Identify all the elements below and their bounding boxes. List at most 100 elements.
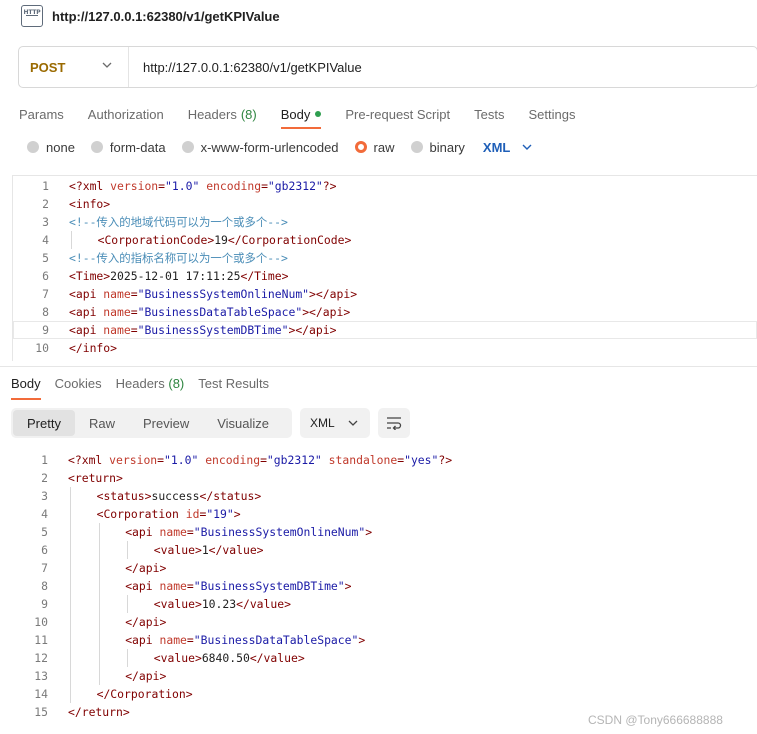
response-body-viewer[interactable]: 1 <?xml version="1.0" encoding="gb2312" s…: [12, 450, 757, 725]
tab-tests[interactable]: Tests: [474, 103, 504, 125]
response-format-select[interactable]: XML: [300, 408, 370, 438]
view-raw[interactable]: Raw: [75, 410, 129, 436]
request-title-bar: HTTP http://127.0.0.1:62380/v1/getKPIVal…: [0, 0, 757, 34]
response-tab-headers[interactable]: Headers (8): [116, 376, 185, 392]
request-body-editor[interactable]: 1 <?xml version="1.0" encoding="gb2312"?>…: [12, 175, 757, 361]
indent-guide: [70, 505, 71, 523]
tab-authorization[interactable]: Authorization: [88, 103, 164, 125]
radio-x-www-form-urlencoded[interactable]: x-www-form-urlencoded: [181, 140, 339, 155]
indent-guide: [98, 523, 100, 541]
line-number: 6: [41, 543, 48, 557]
url-bar: POST: [18, 46, 757, 88]
indent-guide: [98, 577, 100, 595]
line-number: 2: [41, 471, 48, 485]
indent-guide: [127, 649, 129, 667]
line-number: 4: [41, 507, 48, 521]
code-text: <return>: [68, 471, 123, 485]
line-number: 3: [41, 489, 48, 503]
radio-label: raw: [373, 139, 395, 155]
http-request-icon: HTTP: [21, 5, 43, 27]
indent-guide: [70, 685, 71, 703]
wrap-lines-button[interactable]: [378, 408, 410, 438]
body-format-select[interactable]: XML: [483, 140, 532, 155]
indent-guide: [70, 487, 71, 505]
tab-label: Pre-request Script: [345, 106, 451, 122]
radio-none[interactable]: none: [27, 140, 75, 155]
indent-guide: [70, 667, 71, 685]
tab-label: Cookies: [54, 376, 102, 391]
body-modified-dot: [315, 111, 322, 117]
line-number: 8: [41, 579, 48, 593]
chevron-down-icon: [348, 420, 358, 426]
tab-label: Params: [19, 106, 64, 122]
code-text: </Corporation>: [96, 687, 193, 701]
response-tab-test-results[interactable]: Test Results: [198, 376, 269, 392]
code-text: <Corporation id="19">: [96, 507, 241, 521]
indent-guide: [70, 613, 71, 631]
code-text: <api name="BusinessSystemDBTime"></api>: [69, 323, 337, 337]
indent-guide: [71, 231, 72, 249]
code-text: <status>success</status>: [96, 489, 262, 503]
line-number: 10: [34, 615, 48, 629]
tab-body[interactable]: Body: [280, 103, 322, 129]
view-visualize[interactable]: Visualize: [203, 410, 283, 436]
request-tabs: Params Authorization Headers (8) Body Pre…: [19, 103, 599, 129]
tab-label: Body: [280, 106, 311, 122]
response-tab-body[interactable]: Body: [11, 376, 41, 400]
indent-guide: [98, 595, 100, 613]
line-number: 2: [42, 197, 49, 211]
code-text: </api>: [125, 561, 167, 575]
line-number: 9: [42, 323, 49, 337]
code-text: <value>1</value>: [153, 543, 264, 557]
line-number: 10: [35, 341, 49, 355]
tab-params[interactable]: Params: [19, 103, 64, 125]
line-number: 7: [42, 287, 49, 301]
code-text: <api name="BusinessDataTableSpace"></api…: [69, 305, 351, 319]
code-text: <api name="BusinessSystemOnlineNum">: [125, 525, 373, 539]
code-text: <info>: [69, 197, 111, 211]
line-number: 1: [42, 179, 49, 193]
tab-pre-request-script[interactable]: Pre-request Script: [345, 103, 450, 125]
tab-label: Headers: [115, 376, 169, 391]
indent-guide: [70, 523, 71, 541]
chevron-down-icon: [102, 62, 112, 68]
tab-headers[interactable]: Headers (8): [188, 103, 257, 125]
watermark: CSDN @Tony666688888: [588, 713, 723, 727]
response-tab-cookies[interactable]: Cookies: [55, 376, 102, 392]
code-text: <value>10.23</value>: [153, 597, 291, 611]
chevron-down-icon: [522, 144, 532, 150]
indent-guide: [127, 541, 129, 559]
tab-label: Body: [11, 376, 41, 391]
pane-divider[interactable]: [0, 366, 757, 367]
headers-count: (8): [168, 376, 185, 391]
tab-label: Tests: [474, 106, 505, 122]
line-number: 14: [34, 687, 48, 701]
indent-guide: [70, 577, 71, 595]
radio-form-data[interactable]: form-data: [90, 140, 166, 155]
indent-guide: [98, 559, 100, 577]
line-number: 3: [42, 215, 49, 229]
indent-guide: [98, 541, 100, 559]
line-number: 4: [42, 233, 49, 247]
code-text: </info>: [69, 341, 118, 355]
code-text: <value>6840.50</value>: [153, 651, 305, 665]
radio-circle: [354, 141, 367, 153]
response-view-switcher: Pretty Raw Preview Visualize: [11, 408, 292, 438]
url-input[interactable]: [143, 59, 703, 75]
method-select[interactable]: POST: [19, 47, 129, 87]
radio-raw[interactable]: raw: [354, 139, 395, 155]
line-number: 6: [42, 269, 49, 283]
line-number: 11: [34, 633, 48, 647]
request-title[interactable]: http://127.0.0.1:62380/v1/getKPIValue: [52, 9, 280, 24]
view-pretty[interactable]: Pretty: [13, 410, 75, 436]
indent-guide: [98, 649, 100, 667]
line-number: 5: [41, 525, 48, 539]
line-number: 1: [41, 453, 48, 467]
tab-settings[interactable]: Settings: [528, 103, 575, 125]
code-text: </api>: [125, 669, 167, 683]
line-number: 5: [42, 251, 49, 265]
radio-binary[interactable]: binary: [410, 140, 465, 155]
line-number: 9: [41, 597, 48, 611]
view-preview[interactable]: Preview: [129, 410, 203, 436]
line-number: 13: [34, 669, 48, 683]
